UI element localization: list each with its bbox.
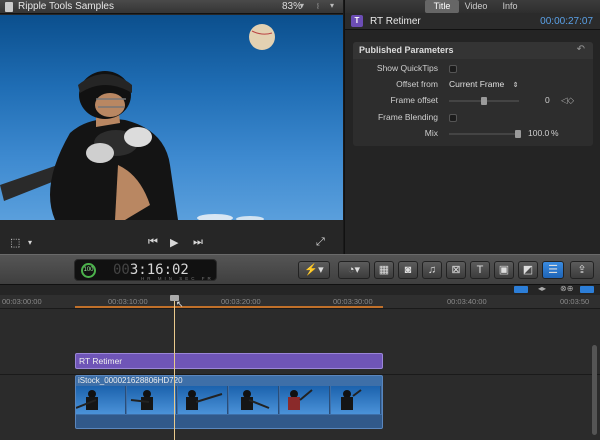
play-icon[interactable]: ▶ (170, 236, 178, 249)
inspector-header: T RT Retimer 00:00:27:07 (345, 13, 600, 30)
chevron-down-icon[interactable]: ▾ (28, 238, 32, 247)
clip-appearance-icon[interactable] (514, 286, 528, 293)
mix-unit: % (551, 128, 559, 138)
retimer-label: RT Retimer (79, 356, 123, 366)
zoom-icon[interactable]: ⊗⊕ (560, 284, 573, 293)
param-row-frame-offset: Frame offset 0 ◁◇ (353, 93, 593, 109)
show-quicktips-checkbox[interactable] (449, 65, 457, 73)
timeline-header: ◂▸ ⊗⊕ (0, 284, 600, 295)
cursor-icon: ↖ (176, 299, 184, 309)
timecode-units: HR MIN SEC FR (141, 276, 214, 281)
ruler-tick-label: 00:03:00:00 (2, 297, 42, 306)
frame-blending-checkbox[interactable] (449, 114, 457, 122)
inspector-panel: Title Video Info T RT Retimer 00:00:27:0… (344, 0, 600, 254)
magic-wand-icon[interactable]: ⚡▾ (298, 261, 330, 279)
snapping-icon[interactable] (580, 286, 594, 293)
camera-icon[interactable]: ◙ (398, 261, 418, 279)
slider-knob[interactable] (515, 130, 521, 138)
view-options-icon[interactable]: ⬚ (10, 236, 20, 249)
video-clip[interactable]: iStock_000021628806HD720 (75, 375, 383, 429)
clip-thumbnail (280, 386, 330, 414)
project-icon (5, 2, 13, 12)
ruler-tick-label: 00:03:50 (560, 297, 590, 306)
vertical-scrollbar[interactable] (592, 345, 597, 435)
generators-icon[interactable]: ▣ (494, 261, 514, 279)
effect-icon: T (351, 15, 363, 27)
clip-thumbnail (331, 386, 381, 414)
tab-title[interactable]: Title (425, 0, 459, 13)
retime-icon[interactable]: ◔▾ (338, 261, 370, 279)
slider-knob[interactable] (481, 97, 487, 105)
switch-icon[interactable]: ⧘ (317, 1, 319, 12)
ruler-tick-label: 00:03:10:00 (108, 297, 148, 306)
clip-thumbnail (127, 386, 177, 414)
selection-range[interactable] (75, 306, 383, 308)
transitions-icon[interactable]: ⊠ (446, 261, 466, 279)
toolbar: 100 003:16:02 HR MIN SEC FR ⚡▾ ◔▾ ▦ ◙ ♫ … (0, 254, 600, 285)
clip-label: iStock_000021628806HD720 (78, 376, 183, 385)
clip-thumbnail (178, 386, 228, 414)
frame-offset-value[interactable]: 0 (545, 95, 550, 105)
param-row-mix: Mix 100.0 % (353, 126, 593, 142)
ruler-tick-label: 00:03:30:00 (333, 297, 373, 306)
titles-icon[interactable]: T (470, 261, 490, 279)
next-edit-icon[interactable]: ⏭ (193, 236, 203, 249)
param-row-offset-from: Offset from Current Frame ⇕ (353, 77, 593, 93)
ruler-tick-label: 00:03:40:00 (447, 297, 487, 306)
themes-icon[interactable]: ◩ (518, 261, 538, 279)
retimer-effect-clip[interactable]: RT Retimer (75, 353, 383, 369)
inspector-tabs: Title Video Info (345, 0, 600, 13)
inspector-toggle-icon[interactable]: ☰ (542, 261, 564, 279)
keyframe-nav-icon[interactable]: ◁◇ (561, 95, 574, 106)
previous-edit-icon[interactable]: ⏮ (148, 236, 158, 249)
viewer-title-bar: Ripple Tools Samples 83% ▾ ⧘ ▾ (0, 0, 343, 14)
timecode-display[interactable]: 100 003:16:02 HR MIN SEC FR (74, 259, 217, 281)
published-parameters-section: Published Parameters ↶ Show QuickTips Of… (353, 42, 593, 146)
section-title: Published Parameters (359, 45, 454, 55)
viewer-controls: ⬚ ▾ ⏮ ▶ ⏭ ⤢ (0, 232, 343, 254)
chevron-down-icon[interactable]: ▾ (300, 1, 304, 10)
ruler-tick-label: 00:03:20:00 (221, 297, 261, 306)
viewer-title: Ripple Tools Samples (18, 1, 114, 12)
param-row-show-quicktips: Show QuickTips (353, 61, 593, 77)
media-browser-icon[interactable]: ▦ (374, 261, 394, 279)
clip-thumbnail (76, 386, 126, 414)
updown-icon: ⇕ (512, 82, 519, 89)
section-header: Published Parameters ↶ (353, 42, 593, 59)
reset-icon[interactable]: ↶ (577, 44, 585, 55)
offset-from-select[interactable]: Current Frame ⇕ (449, 79, 519, 89)
tab-video[interactable]: Video (459, 0, 493, 13)
param-label: Offset from (396, 79, 438, 89)
chevron-down-icon[interactable]: ▾ (330, 1, 334, 10)
param-label: Frame Blending (377, 112, 438, 122)
audio-waveform (76, 415, 382, 428)
tab-info[interactable]: Info (495, 0, 525, 13)
fullscreen-icon[interactable]: ⤢ (316, 236, 325, 249)
param-label: Frame offset (390, 95, 438, 105)
audio-icon[interactable]: ◂▸ (538, 284, 546, 293)
zoom-level[interactable]: 83% (282, 1, 302, 12)
clip-thumbnail (229, 386, 279, 414)
param-row-frame-blending: Frame Blending (353, 110, 593, 126)
mix-slider[interactable] (449, 130, 521, 138)
mix-value[interactable]: 100.0 (528, 128, 549, 138)
param-label: Show QuickTips (376, 63, 438, 73)
playhead[interactable] (174, 295, 175, 440)
render-progress-icon: 100 (81, 263, 96, 278)
baseball-player-image (0, 24, 275, 220)
video-frame (0, 15, 343, 220)
share-icon[interactable]: ⇪ (570, 261, 594, 279)
timeline: ◂▸ ⊗⊕ 00:03:00:00 00:03:10:00 00:03:20:0… (0, 284, 600, 440)
effect-name: RT Retimer (370, 16, 421, 27)
param-label: Mix (424, 128, 438, 138)
music-icon[interactable]: ♫ (422, 261, 442, 279)
effect-duration: 00:00:27:07 (540, 16, 593, 27)
frame-offset-slider[interactable] (449, 97, 519, 105)
viewer-panel: Ripple Tools Samples 83% ▾ ⧘ ▾ ⬚ ▾ ⏮ ▶ ⏭… (0, 0, 343, 254)
